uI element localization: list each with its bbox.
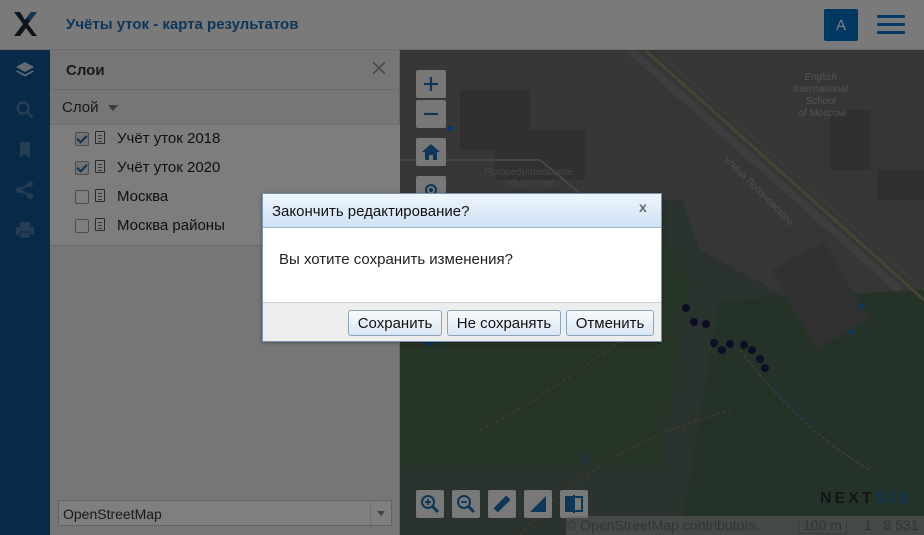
dialog-message: Вы хотите сохранить изменения? (279, 251, 513, 268)
dialog-title: Закончить редактирование? (272, 203, 470, 220)
dialog-footer: Сохранить Не сохранять Отменить (263, 302, 661, 341)
dialog-titlebar: Закончить редактирование? x (263, 194, 661, 228)
dont-save-button[interactable]: Не сохранять (447, 310, 561, 336)
finish-editing-dialog: Закончить редактирование? x Вы хотите со… (262, 193, 662, 342)
save-button[interactable]: Сохранить (348, 310, 442, 336)
close-icon[interactable]: x (639, 199, 647, 215)
cancel-button[interactable]: Отменить (566, 310, 654, 336)
